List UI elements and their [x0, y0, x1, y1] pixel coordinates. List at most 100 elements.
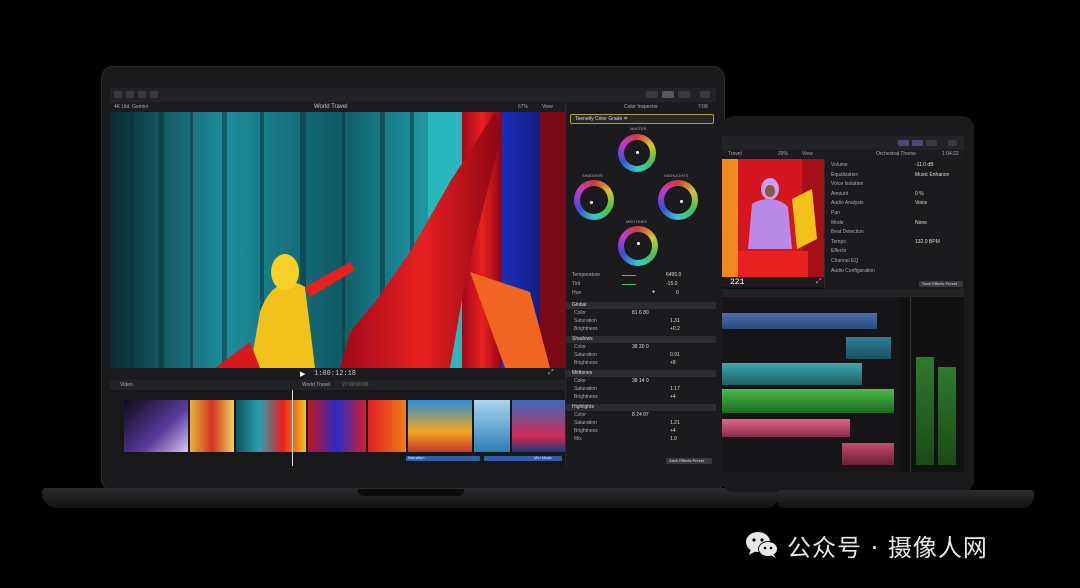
- section-title: Midtones: [572, 370, 593, 376]
- timeline-header: Video World Travel 27:00:00:00: [110, 380, 565, 390]
- section-row[interactable]: Brightness +4: [566, 394, 716, 401]
- timeline-area[interactable]: Narration Mtn Music: [110, 390, 565, 466]
- inspector-title: Color Inspector: [624, 104, 658, 110]
- timeline-duration: 27:00:00:00: [342, 382, 369, 388]
- show-timeline-button[interactable]: [662, 91, 674, 98]
- play-icon[interactable]: ▶: [300, 370, 305, 378]
- section-row[interactable]: Color 38 14 0: [566, 378, 716, 385]
- inspector-row[interactable]: Pan: [825, 209, 964, 217]
- section-row[interactable]: Brightness +8: [566, 360, 716, 367]
- inspector-row-label: Beat Detection: [831, 229, 864, 236]
- show-inspector-button[interactable]: [926, 140, 937, 146]
- audio-meters: [900, 297, 964, 472]
- highlights-wheel-label: HIGHLIGHTS: [664, 173, 689, 178]
- inspector-row[interactable]: Audio Configuration: [825, 267, 964, 275]
- show-browser-button[interactable]: [898, 140, 909, 146]
- small-viewer-header: Travel 29% View Orchestral Theme 1:04:22: [722, 150, 964, 159]
- keyword-button[interactable]: [138, 91, 146, 98]
- clip-thumbnail[interactable]: [368, 400, 406, 452]
- fullscreen-icon[interactable]: ⤢: [548, 369, 554, 377]
- master-color-wheel[interactable]: [618, 134, 656, 172]
- section-row[interactable]: Saturation 1.17: [566, 386, 716, 393]
- library-name: 4K Utd. Gemini: [114, 104, 148, 110]
- small-viewer-controls: 221 ⤢: [722, 277, 824, 287]
- save-effects-preset-button[interactable]: Save Effects Preset: [666, 458, 712, 464]
- param-row[interactable]: Temperature 6495.0: [566, 272, 716, 280]
- highlights-color-wheel[interactable]: [658, 180, 698, 220]
- library-toggle-button[interactable]: [114, 91, 122, 98]
- view-menu[interactable]: View: [802, 152, 813, 157]
- narration-clip[interactable]: Narration: [406, 456, 480, 461]
- inspector-row[interactable]: Tempo 132.0 BPM: [825, 238, 964, 246]
- share-button[interactable]: [948, 140, 957, 146]
- section-row[interactable]: Color 81 6 80: [566, 310, 716, 317]
- playhead[interactable]: [292, 390, 293, 466]
- section-row[interactable]: Brightness +4: [566, 428, 716, 435]
- show-inspector-button[interactable]: [678, 91, 690, 98]
- large-screen: 4K Utd. Gemini World Travel 67% View ▶ 1…: [110, 88, 716, 466]
- save-effects-preset-button[interactable]: Save Effects Preset: [919, 281, 963, 287]
- project-name: Travel: [728, 151, 742, 157]
- fullscreen-icon[interactable]: ⤢: [816, 278, 822, 286]
- inspector-row[interactable]: Channel EQ: [825, 257, 964, 265]
- zoom-menu[interactable]: 67%: [518, 105, 528, 110]
- clip-thumbnail[interactable]: [308, 400, 366, 452]
- clip-thumbnail[interactable]: [408, 400, 472, 452]
- section-row[interactable]: Brightness +0.2: [566, 326, 716, 333]
- clip-thumbnail[interactable]: [190, 400, 234, 452]
- param-row[interactable]: Tint -15.0: [566, 281, 716, 289]
- clip-thumbnail[interactable]: [512, 400, 565, 452]
- section-row[interactable]: Saturation 1.31: [566, 318, 716, 325]
- inspector-row[interactable]: Equalization Music Enhance: [825, 171, 964, 179]
- background-tasks-button[interactable]: [150, 91, 158, 98]
- color-preset-menu[interactable]: Teenetly Color Grade ≑: [570, 114, 714, 124]
- section-row[interactable]: Saturation 0.91: [566, 352, 716, 359]
- audio-clip-pink[interactable]: [722, 419, 850, 437]
- audio-clip-red[interactable]: [842, 443, 894, 465]
- view-menu[interactable]: View: [542, 105, 553, 110]
- clip-thumbnail[interactable]: [474, 400, 510, 452]
- music-clip[interactable]: Mtn Music: [484, 456, 562, 461]
- inspector-row[interactable]: Volume -11.0 dB: [825, 161, 964, 169]
- inspector-row[interactable]: Mode None: [825, 219, 964, 227]
- inspector-row[interactable]: Effects: [825, 247, 964, 255]
- app-toolbar: [110, 88, 716, 102]
- section-row[interactable]: Mix 1.0: [566, 436, 716, 443]
- inspector-row[interactable]: Amount 0 %: [825, 190, 964, 198]
- audio-clip-green[interactable]: [722, 389, 894, 413]
- midtones-wheel-label: MIDTONES: [626, 219, 648, 224]
- shadows-color-wheel[interactable]: [574, 180, 614, 220]
- section-title: Shadows: [572, 336, 593, 342]
- viewer-controls: ▶ 1:00:12:18 ⤢: [110, 368, 565, 380]
- inspector-row-label: Audio Analysis: [831, 200, 864, 207]
- shadows-wheel-label: SHADOWS: [582, 173, 603, 178]
- show-browser-button[interactable]: [646, 91, 658, 98]
- section-row[interactable]: Color 8 24 97: [566, 412, 716, 419]
- section-row[interactable]: Saturation 1.21: [566, 420, 716, 427]
- laptop-large-notch: [358, 489, 464, 496]
- zoom-menu[interactable]: 29%: [778, 152, 788, 157]
- inspector-row-label: Voice Isolation: [831, 181, 864, 188]
- clip-thumbnail[interactable]: [236, 400, 306, 452]
- share-button[interactable]: [700, 91, 710, 98]
- inspector-row[interactable]: Beat Detection: [825, 228, 964, 236]
- audio-timeline[interactable]: [722, 297, 897, 472]
- watermark-text: 公众号 · 摄像人网: [787, 533, 988, 562]
- inspector-row[interactable]: Voice Isolation: [825, 180, 964, 188]
- import-button[interactable]: [126, 91, 134, 98]
- show-timeline-button[interactable]: [912, 140, 923, 146]
- midtones-color-wheel[interactable]: [618, 226, 658, 266]
- right-meter: [938, 367, 956, 465]
- narration-label: Narration: [408, 455, 425, 460]
- timecode-display: 221: [730, 278, 745, 287]
- section-title: Global: [572, 302, 587, 308]
- audio-clip-blue[interactable]: [722, 313, 877, 329]
- master-wheel-label: MASTER: [630, 126, 647, 131]
- inspector-row[interactable]: Audio Analysis Voice: [825, 199, 964, 207]
- audio-clip-teal[interactable]: [722, 363, 862, 385]
- audio-clip-teal-small[interactable]: [846, 337, 891, 359]
- clip-thumbnail[interactable]: [124, 400, 188, 452]
- section-row[interactable]: Color 38 20 0: [566, 344, 716, 351]
- param-row[interactable]: Hue ● 0: [566, 290, 716, 298]
- inspector-row-value: 0 %: [915, 190, 924, 197]
